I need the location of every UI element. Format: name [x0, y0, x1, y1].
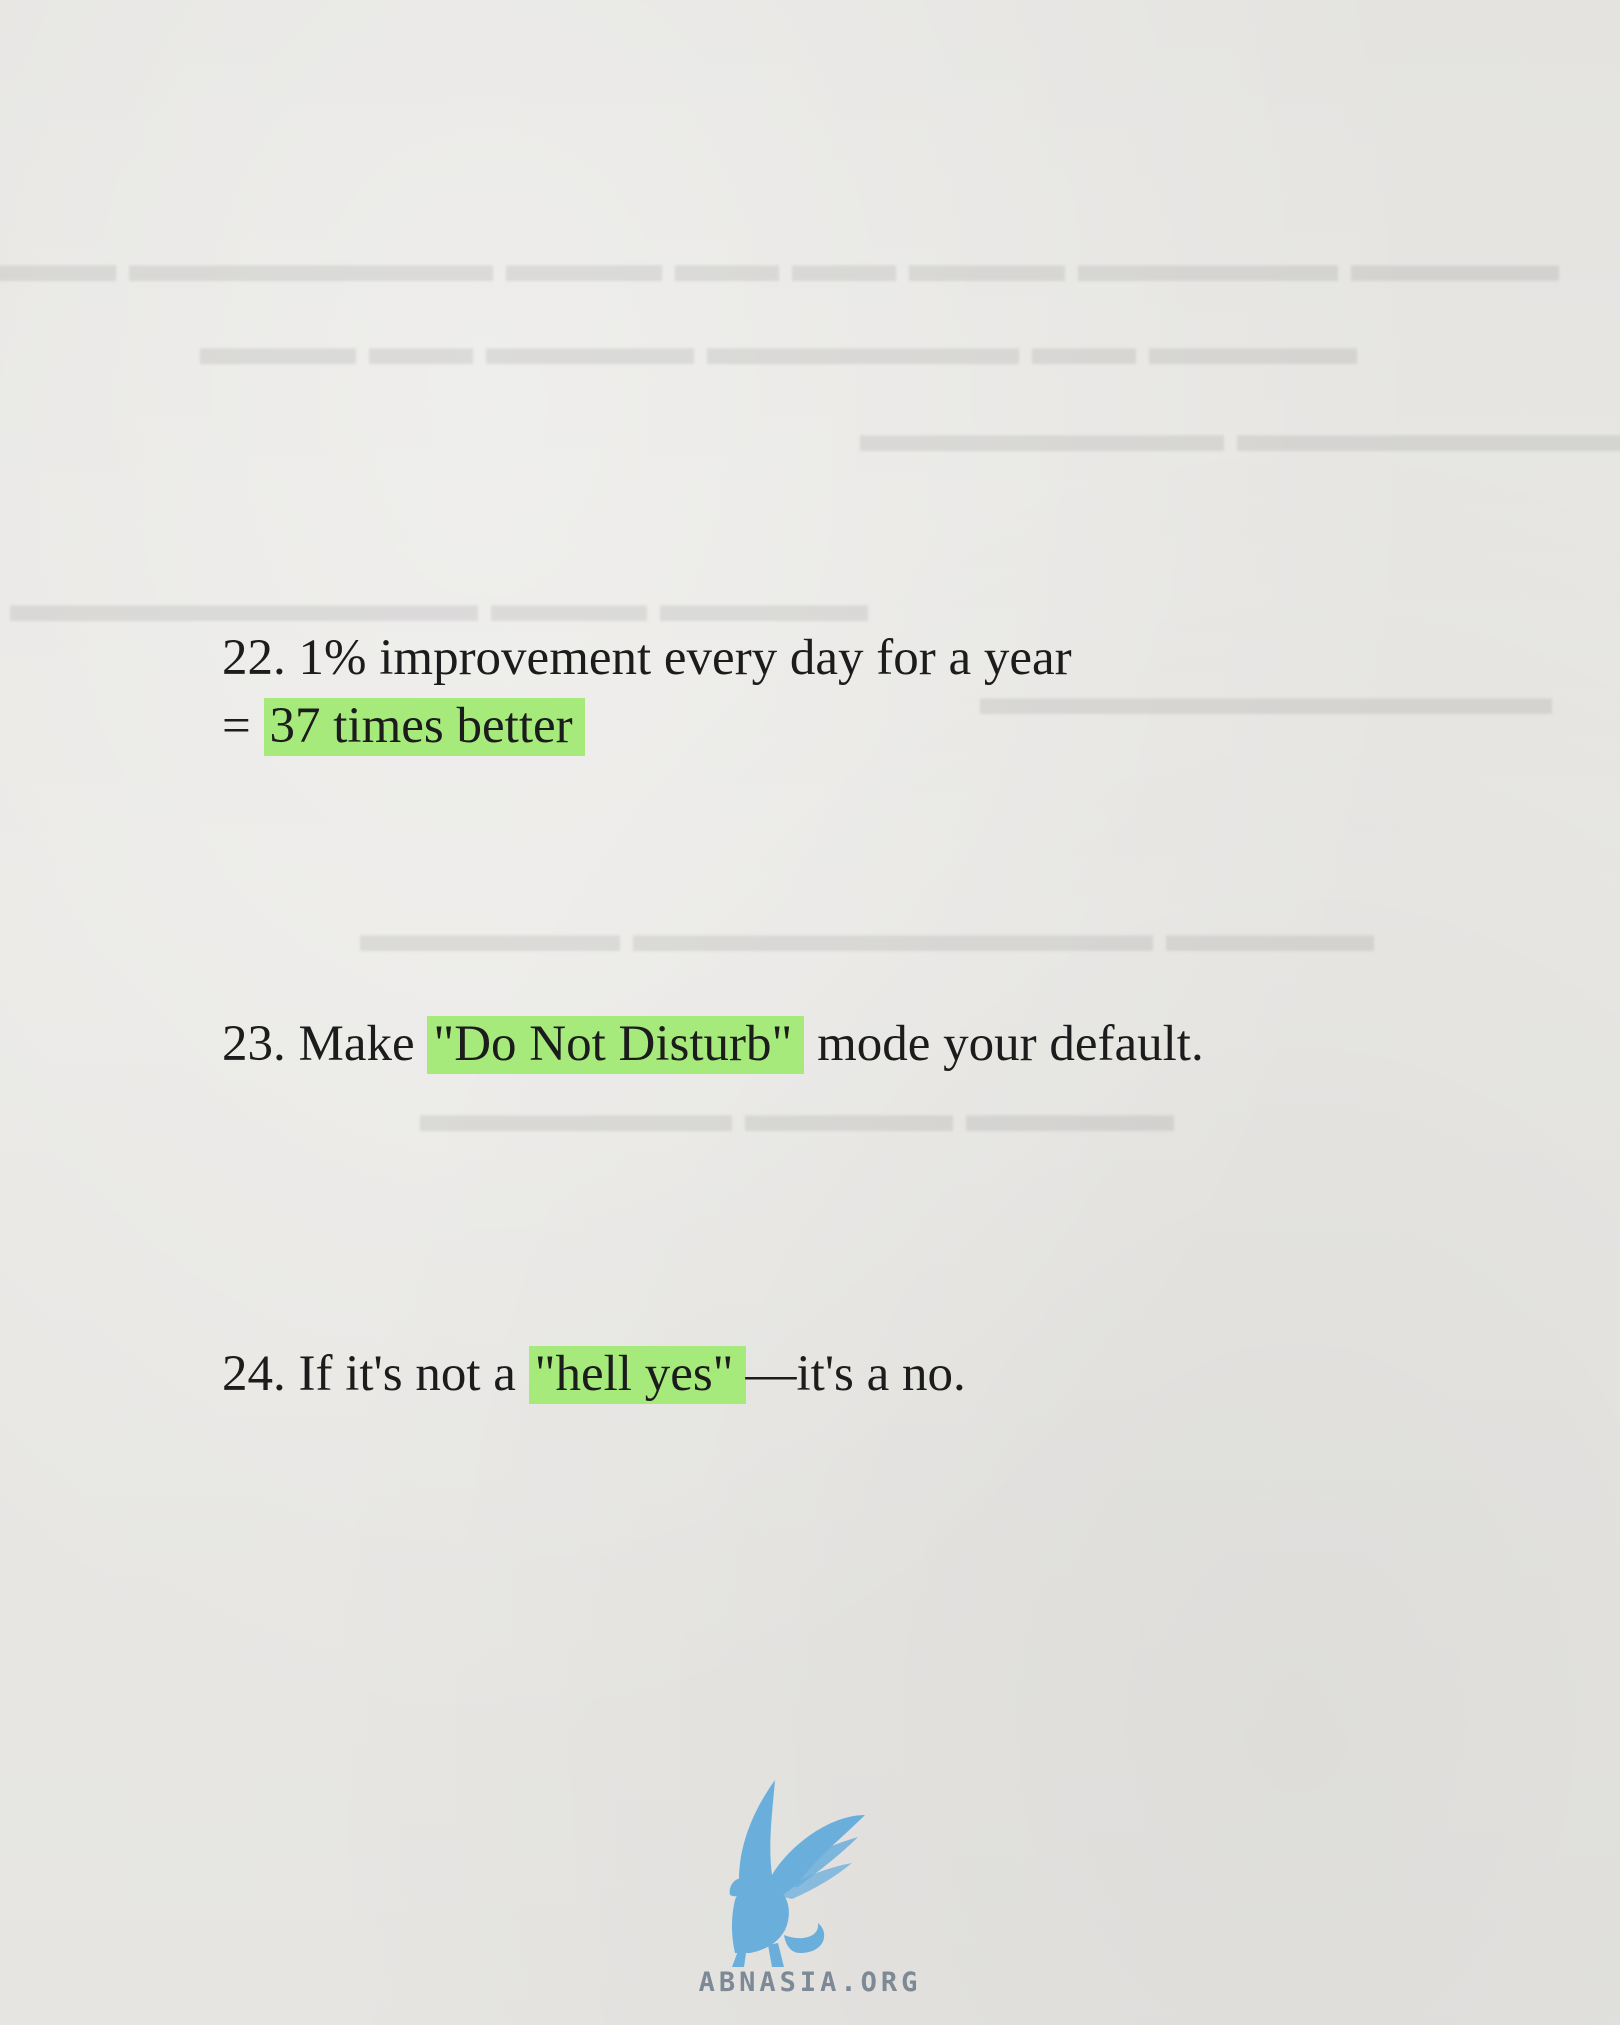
bleed-through-texture: ▬▬▬▬ ▬▬ ▬▬▬▬▬▬ ▬▬▬▬ ▬▬ ▬▬▬ [200, 319, 1357, 376]
item-22-line-1: 22. 1% improvement every day for a year [222, 624, 1072, 692]
item-text-after: mode your default. [817, 1016, 1204, 1072]
bleed-through-texture: ▬▬▬▬ ▬▬▬▬▬▬▬▬▬▬ ▬▬▬▬▬ [360, 906, 1374, 963]
item-text-after: —it's a no. [745, 1346, 966, 1402]
item-text: 1% improvement every day for a year [298, 630, 1072, 686]
item-number: 24. [222, 1346, 286, 1402]
griffin-logo-icon [729, 1780, 865, 1967]
equals-sign: = [222, 698, 251, 754]
brand-wordmark: ABNASIA.ORG [698, 1967, 922, 1998]
highlighted-text: "Do Not Disturb" [427, 1016, 805, 1074]
highlighted-text: 37 times better [263, 698, 585, 756]
highlighted-text: "hell yes" [528, 1346, 746, 1404]
bleed-through-texture: ▬▬▬▬▬▬▬▬ ▬▬▬▬▬▬▬ [860, 406, 1620, 463]
item-number: 22. [222, 630, 286, 686]
list-item-22: 22. 1% improvement every day for a year … [222, 624, 1072, 760]
list-item-24: 24. If it's not a "hell yes" —it's a no. [222, 1340, 966, 1408]
bleed-through-texture: ▬▬▬▬ ▬▬▬▬▬ ▬▬▬ ▬▬ ▬▬ ▬▬▬ ▬▬▬▬▬▬▬ ▬▬▬ [0, 236, 1559, 293]
item-text-before: If it's not a [298, 1346, 516, 1402]
bleed-through-texture: ▬▬▬▬ ▬▬▬▬ ▬▬▬▬▬▬ [420, 1086, 1174, 1143]
item-text-before: Make [298, 1016, 415, 1072]
item-22-line-2: = 37 times better [222, 692, 1072, 760]
list-item-23: 23. Make "Do Not Disturb" mode your defa… [222, 1010, 1204, 1078]
item-number: 23. [222, 1016, 286, 1072]
